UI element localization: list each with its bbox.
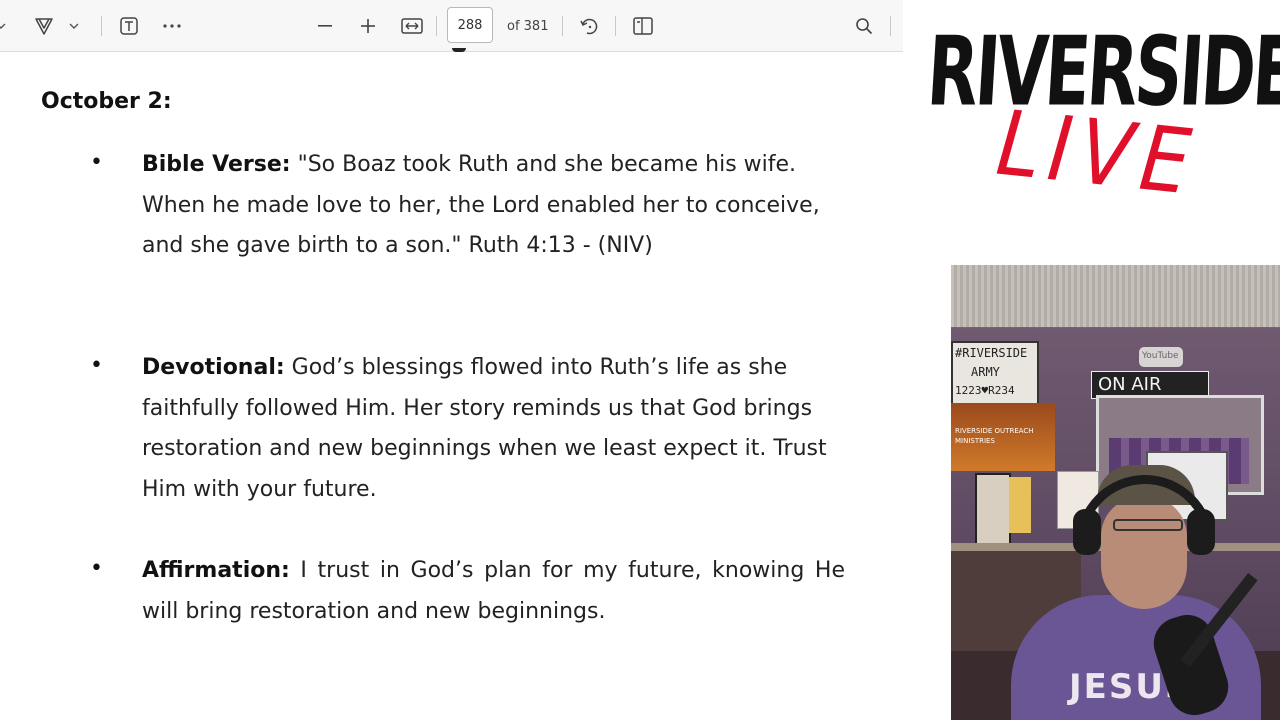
zoom-out-icon[interactable]: [314, 13, 336, 39]
text-box-icon[interactable]: [116, 13, 142, 39]
page-text-fragment: [452, 48, 466, 52]
page-total-label: of 381: [507, 19, 549, 34]
ministry-banner: RIVERSIDE OUTREACH MINISTRIES: [951, 403, 1055, 471]
highlight-filter-icon[interactable]: [30, 13, 58, 39]
banner-text: RIVERSIDE OUTREACH: [955, 427, 1034, 435]
devotional-label: Devotional:: [142, 355, 285, 380]
devotional-paragraph: Devotional: God’s blessings flowed into …: [142, 348, 845, 510]
letterboard-line: 1223♥R234: [955, 384, 1015, 397]
pdf-viewer: of 381 October 2: • Bible Verse: "So Boa…: [0, 0, 903, 720]
bullet-marker: •: [90, 150, 103, 175]
glasses: [1113, 519, 1183, 531]
logo-live-text: LIVE: [992, 92, 1204, 216]
toolbar-divider: [101, 16, 102, 36]
banner-text: MINISTRIES: [955, 437, 995, 445]
affirmation-paragraph: Affirmation: I trust in God’s plan for m…: [142, 551, 845, 632]
fit-width-icon[interactable]: [400, 13, 424, 39]
zoom-in-icon[interactable]: [357, 13, 379, 39]
devotional-date: October 2:: [41, 89, 172, 114]
toolbar-divider: [890, 16, 891, 36]
toolbar-divider: [436, 16, 437, 36]
toolbar-divider: [562, 16, 563, 36]
pdf-toolbar: of 381: [0, 0, 903, 52]
page-number-input[interactable]: [447, 7, 493, 43]
headphone-cup: [1187, 509, 1215, 555]
youtube-sign: YouTube: [1139, 347, 1183, 367]
bullet-marker: •: [90, 353, 103, 378]
youtube-label: YouTube: [1142, 351, 1179, 361]
plaque: [975, 473, 1011, 547]
chevron-down-icon[interactable]: [66, 13, 82, 39]
search-icon[interactable]: [852, 13, 876, 39]
chevron-down-icon[interactable]: [0, 13, 8, 39]
more-options-icon[interactable]: [160, 13, 184, 39]
on-air-text: ON AIR: [1098, 374, 1162, 395]
rotate-icon[interactable]: [577, 13, 601, 39]
bullet-marker: •: [90, 556, 103, 581]
riverside-live-logo: RIVERSIDE LIVE: [903, 0, 1280, 262]
affirmation-label: Affirmation:: [142, 558, 290, 583]
letterboard-line: #RIVERSIDE: [955, 346, 1028, 360]
bible-verse-label: Bible Verse:: [142, 152, 291, 177]
headphone-cup: [1073, 509, 1101, 555]
letterboard-line: ARMY: [971, 365, 1000, 379]
ceiling: [951, 265, 1280, 327]
pdf-page: October 2: • Bible Verse: "So Boaz took …: [0, 48, 903, 720]
plaque: [1009, 477, 1031, 533]
page-view-icon[interactable]: [631, 13, 655, 39]
bible-verse-paragraph: Bible Verse: "So Boaz took Ruth and she …: [142, 145, 845, 267]
webcam-feed: #RIVERSIDE ARMY 1223♥R234 YouTube ON AIR…: [951, 265, 1280, 720]
toolbar-divider: [615, 16, 616, 36]
letter-board: #RIVERSIDE ARMY 1223♥R234: [951, 341, 1039, 405]
